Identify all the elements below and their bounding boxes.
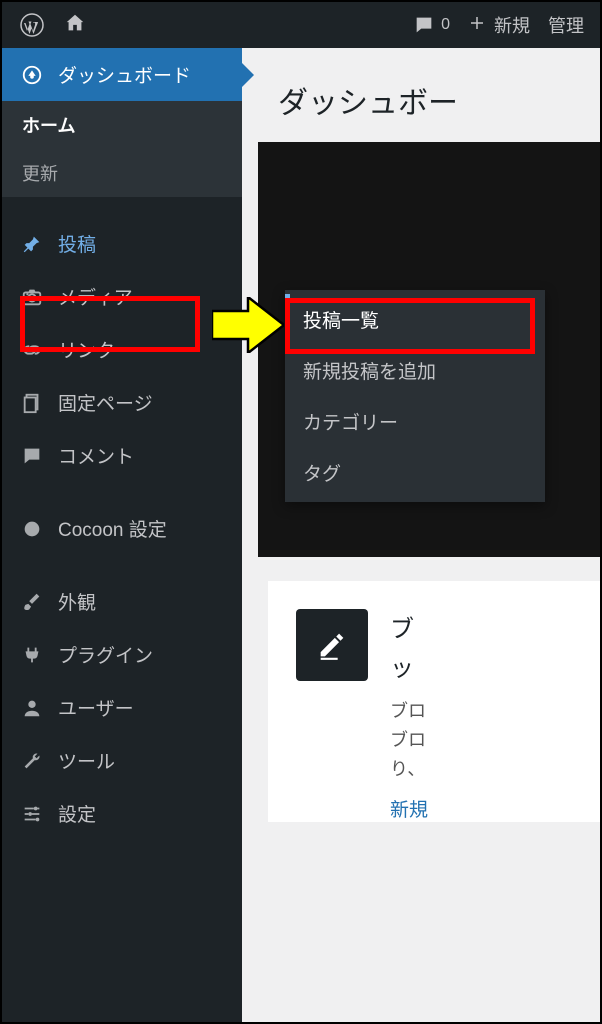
sidebar-item-label: ダッシュボード	[58, 61, 191, 88]
admin-sidebar: ダッシュボード ホーム 更新 投稿 メディア リンク	[2, 48, 242, 1022]
posts-flyout-menu: 投稿一覧 新規投稿を追加 カテゴリー タグ	[285, 290, 545, 502]
new-content-button[interactable]: 新規	[468, 12, 530, 38]
sidebar-item-cocoon[interactable]: Cocoon 設定	[2, 502, 242, 555]
sidebar-item-pages[interactable]: 固定ページ	[2, 376, 242, 429]
new-label: 新規	[494, 12, 530, 38]
sidebar-item-label: コメント	[58, 442, 134, 469]
card-description: ブロ ブロ り、	[390, 697, 428, 783]
plus-icon	[468, 14, 486, 37]
admin-link[interactable]: 管理	[548, 12, 584, 38]
link-icon	[20, 338, 44, 362]
comment-icon	[20, 444, 44, 468]
pages-icon	[20, 391, 44, 415]
sidebar-item-posts[interactable]: 投稿	[2, 217, 242, 270]
main-content: ダッシュボー ブ ッ ブロ ブロ り、 新規	[242, 48, 600, 1022]
dashboard-submenu: ホーム 更新	[2, 101, 242, 197]
sidebar-item-label: Cocoon 設定	[58, 515, 167, 542]
dashboard-icon	[20, 63, 44, 87]
sidebar-item-users[interactable]: ユーザー	[2, 681, 242, 734]
sidebar-item-label: リンク	[58, 336, 115, 363]
circle-icon	[20, 517, 44, 541]
sidebar-item-label: 設定	[58, 800, 96, 827]
sliders-icon	[20, 802, 44, 826]
sidebar-item-settings[interactable]: 設定	[2, 787, 242, 840]
wrench-icon	[20, 749, 44, 773]
home-icon[interactable]	[64, 12, 86, 39]
sidebar-item-links[interactable]: リンク	[2, 323, 242, 376]
comments-count[interactable]: 0	[413, 14, 450, 36]
edit-tile-button[interactable]	[296, 609, 368, 681]
wordpress-logo-icon[interactable]	[20, 13, 44, 37]
flyout-item-add-new[interactable]: 新規投稿を追加	[285, 345, 545, 396]
sidebar-item-tools[interactable]: ツール	[2, 734, 242, 787]
sidebar-item-comments[interactable]: コメント	[2, 429, 242, 482]
sidebar-item-appearance[interactable]: 外観	[2, 575, 242, 628]
page-title: ダッシュボー	[242, 48, 600, 142]
sidebar-item-label: 外観	[58, 588, 96, 615]
card-link[interactable]: 新規	[390, 795, 428, 822]
sidebar-item-label: 固定ページ	[58, 389, 153, 416]
comment-count-value: 0	[441, 16, 450, 34]
sidebar-item-label: メディア	[58, 283, 133, 310]
pencil-icon	[315, 628, 349, 662]
sidebar-item-plugins[interactable]: プラグイン	[2, 628, 242, 681]
sidebar-item-label: ツール	[58, 747, 115, 774]
admin-toolbar: 0 新規 管理	[2, 2, 600, 48]
flyout-item-tags[interactable]: タグ	[285, 447, 545, 498]
sidebar-item-label: プラグイン	[58, 641, 153, 668]
sidebar-sub-home[interactable]: ホーム	[2, 101, 242, 149]
brush-icon	[20, 590, 44, 614]
sidebar-item-label: 投稿	[58, 230, 96, 257]
sidebar-item-dashboard[interactable]: ダッシュボード	[2, 48, 242, 101]
user-icon	[20, 696, 44, 720]
quick-draft-card: ブ ッ ブロ ブロ り、 新規	[268, 581, 600, 822]
sidebar-item-media[interactable]: メディア	[2, 270, 242, 323]
flyout-item-categories[interactable]: カテゴリー	[285, 396, 545, 447]
plug-icon	[20, 643, 44, 667]
sidebar-sub-updates[interactable]: 更新	[2, 149, 242, 197]
camera-icon	[20, 285, 44, 309]
card-heading: ブ ッ	[390, 609, 428, 683]
flyout-item-all-posts[interactable]: 投稿一覧	[285, 294, 545, 345]
pushpin-icon	[20, 232, 44, 256]
sidebar-item-label: ユーザー	[58, 694, 134, 721]
